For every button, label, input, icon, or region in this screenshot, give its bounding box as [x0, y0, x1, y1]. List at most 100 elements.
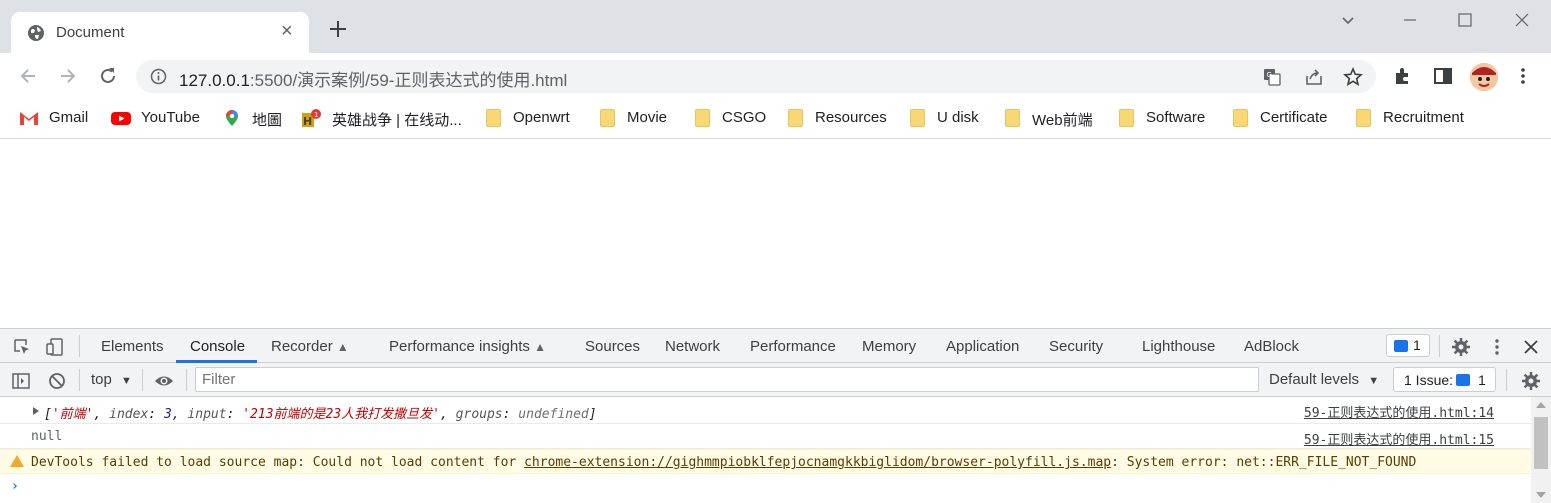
devtools-menu-icon[interactable]	[1487, 337, 1507, 357]
bookmark-label: YouTube	[141, 109, 200, 126]
issue-icon	[1456, 374, 1470, 386]
folder-icon	[788, 109, 803, 127]
tab-recorder[interactable]: Recorder ▲	[271, 338, 349, 355]
browser-toolbar: 127.0.0.1:5500/演示案例/59-正则表达式的使用.html G	[0, 53, 1551, 100]
maximize-icon[interactable]	[1455, 10, 1475, 30]
source-link[interactable]: 59-正则表达式的使用.html:14	[1304, 402, 1494, 421]
close-devtools-icon[interactable]	[1521, 337, 1541, 357]
svg-text:1: 1	[314, 111, 318, 119]
site-info-icon[interactable]	[150, 68, 167, 85]
address-bar[interactable]: 127.0.0.1:5500/演示案例/59-正则表达式的使用.html G	[136, 60, 1376, 93]
console-filter-input[interactable]	[195, 367, 1259, 392]
url-host: 127.0.0.1	[179, 71, 250, 90]
bookmark-label: U disk	[937, 109, 979, 126]
experimental-flask-icon: ▲	[336, 340, 349, 354]
bookmark-label: Software	[1146, 109, 1206, 126]
separator	[142, 369, 143, 391]
tab-memory[interactable]: Memory	[862, 338, 916, 355]
title-bar: Document ×	[0, 0, 1551, 53]
device-toolbar-icon[interactable]	[45, 337, 65, 357]
bookmark-label: 地圖	[252, 112, 283, 129]
console-message: null 59-正则表达式的使用.html:15	[0, 424, 1531, 449]
console-message: ['前端', index: 3, input: '213前端的是23人我打发撒旦…	[0, 397, 1531, 424]
experimental-flask-icon: ▲	[534, 340, 546, 354]
console-warning: DevTools failed to load source map: Coul…	[0, 449, 1531, 474]
log-levels-dropdown[interactable]: Default levels ▼	[1269, 371, 1379, 388]
profile-avatar[interactable]	[1470, 63, 1498, 91]
folder-icon	[910, 109, 925, 127]
bookmark-label: Certificate	[1260, 109, 1328, 126]
console-prompt-icon: ›	[11, 479, 19, 494]
tab-elements[interactable]: Elements	[101, 338, 164, 355]
folder-icon	[600, 109, 615, 127]
log-levels-label: Default levels	[1269, 371, 1360, 388]
reload-icon[interactable]	[97, 65, 119, 87]
tab-adblock[interactable]: AdBlock	[1244, 338, 1299, 355]
tab-network[interactable]: Network	[665, 338, 720, 355]
separator	[186, 369, 187, 391]
message-count: 1	[1413, 337, 1421, 353]
bookmark-label: Web前端	[1032, 112, 1093, 129]
warning-link[interactable]: chrome-extension://gighmmpiobklfepjocnam…	[524, 455, 1111, 470]
tab-close-icon[interactable]: ×	[281, 21, 293, 41]
folder-icon	[1233, 109, 1248, 127]
browser-tab[interactable]: Document ×	[11, 12, 309, 53]
bookmark-label: Resources	[815, 109, 887, 126]
forward-arrow-icon[interactable]	[57, 65, 79, 87]
context-selector[interactable]: top ▼	[91, 371, 132, 388]
tab-console[interactable]: Console	[190, 338, 245, 355]
sidebar-toggle-icon[interactable]	[11, 371, 31, 391]
minimize-icon[interactable]	[1400, 10, 1420, 30]
close-window-icon[interactable]	[1512, 10, 1532, 30]
folder-icon	[1119, 109, 1134, 127]
bookmark-star-icon[interactable]	[1343, 67, 1363, 87]
separator	[79, 369, 80, 391]
tab-sources[interactable]: Sources	[585, 338, 640, 355]
tab-security[interactable]: Security	[1049, 338, 1103, 355]
issues-button[interactable]: 1 Issue: 1	[1393, 367, 1496, 392]
side-panel-icon[interactable]	[1432, 65, 1454, 87]
folder-icon	[486, 109, 501, 127]
avatar-image	[1470, 63, 1498, 91]
console-scrollbar[interactable]	[1531, 397, 1551, 503]
source-link[interactable]: 59-正则表达式的使用.html:15	[1304, 429, 1494, 448]
translate-icon[interactable]: G	[1262, 67, 1282, 87]
new-tab-icon[interactable]	[327, 18, 349, 40]
url-text[interactable]: 127.0.0.1:5500/演示案例/59-正则表达式的使用.html	[179, 66, 567, 91]
expand-triangle-icon[interactable]	[33, 407, 39, 415]
tab-search-icon[interactable]	[1338, 10, 1358, 30]
tab-application[interactable]: Application	[946, 338, 1019, 355]
chevron-down-icon: ▼	[1368, 375, 1380, 387]
separator	[1506, 369, 1507, 391]
message-icon	[1394, 340, 1408, 352]
devtools-tab-bar: Elements Console Recorder ▲ Performance …	[0, 329, 1551, 363]
scroll-up-icon[interactable]	[1536, 402, 1546, 408]
tab-recorder-label: Recorder	[271, 338, 333, 355]
bookmark-label: Movie	[627, 109, 668, 126]
messages-count-badge[interactable]: 1	[1386, 334, 1430, 357]
tab-performance-insights[interactable]: Performance insights ▲	[389, 338, 546, 355]
inspect-element-icon[interactable]	[12, 337, 32, 357]
folder-icon	[1356, 109, 1371, 127]
back-arrow-icon[interactable]	[17, 65, 39, 87]
console-settings-gear-icon[interactable]	[1521, 371, 1541, 391]
svg-text:H: H	[303, 115, 312, 127]
bookmark-label: CSGO	[722, 109, 767, 126]
share-icon[interactable]	[1304, 67, 1324, 87]
console-array-value[interactable]: ['前端', index: 3, input: '213前端的是23人我打发撒旦…	[44, 403, 597, 422]
settings-gear-icon[interactable]	[1451, 337, 1471, 357]
separator	[1439, 335, 1440, 357]
menu-kebab-icon[interactable]	[1512, 65, 1534, 87]
scroll-thumb[interactable]	[1534, 417, 1548, 469]
warning-icon	[10, 455, 24, 467]
console-prompt-row[interactable]: ›	[0, 474, 1531, 502]
tab-lighthouse[interactable]: Lighthouse	[1142, 338, 1215, 355]
extensions-icon[interactable]	[1392, 65, 1414, 87]
live-expression-eye-icon[interactable]	[154, 371, 174, 391]
bookmarks-bar: Gmail YouTube 地圖 H 1 英雄战争 | 在线动... Openw…	[0, 100, 1551, 139]
gmail-icon	[20, 112, 38, 125]
clear-console-icon[interactable]	[47, 371, 67, 391]
issues-count: 1	[1478, 372, 1486, 388]
tab-performance[interactable]: Performance	[750, 338, 836, 355]
scroll-down-icon[interactable]	[1536, 492, 1546, 498]
